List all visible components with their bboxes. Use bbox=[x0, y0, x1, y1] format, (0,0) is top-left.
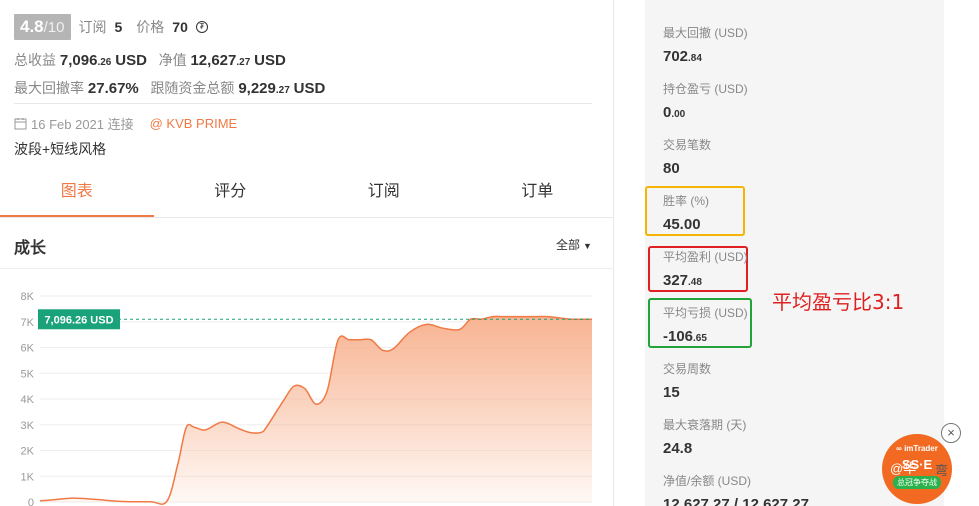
price-label: 价格 bbox=[136, 19, 165, 35]
stat-value-decimal: .00 bbox=[671, 109, 686, 120]
stat-label: 胜率 (%) bbox=[663, 194, 709, 208]
stat-value-decimal: .84 bbox=[688, 53, 702, 64]
y-tick-label: 6K bbox=[21, 343, 35, 355]
stat-value-main: 12,627.27 / 12,627.27 bbox=[663, 496, 809, 506]
stat-value-main: 45.00 bbox=[663, 216, 701, 233]
stat-label: 平均亏损 (USD) bbox=[663, 306, 748, 320]
stat-item: 交易笔数 80 bbox=[663, 136, 711, 177]
promo-tag: 总冠争夺战 bbox=[893, 476, 941, 489]
stat-value: 45.00 bbox=[663, 216, 709, 233]
stat-value-main: 702 bbox=[663, 48, 689, 65]
summary-line-2: 最大回撤率 27.67% 跟随资金总额 9,229.27 USD bbox=[14, 78, 325, 98]
tab-orders[interactable]: 订单 bbox=[461, 174, 615, 217]
broker-link[interactable]: @ KVB PRIME bbox=[150, 116, 238, 131]
caret-down-icon: ▼ bbox=[583, 241, 592, 251]
y-tick-label: 2K bbox=[21, 446, 35, 458]
stats-panel: 最大回撤 (USD) 702.84 持仓盈亏 (USD) 0.00 交易笔数 80 胜率 (… bbox=[645, 0, 944, 506]
stat-value-decimal: .48 bbox=[688, 277, 702, 288]
stat-label: 最大衰落期 (天) bbox=[663, 418, 747, 432]
stat-label: 持仓盈亏 (USD) bbox=[663, 82, 748, 96]
follow-funds-value: 9,229 bbox=[238, 80, 276, 97]
subscriptions-value: 5 bbox=[114, 19, 123, 35]
score-value: 4.8 bbox=[20, 17, 44, 36]
calendar-icon bbox=[14, 118, 27, 130]
total-profit-value: 7,096 bbox=[59, 52, 98, 69]
follow-funds-unit: USD bbox=[293, 80, 326, 97]
stat-value: 24.8 bbox=[663, 440, 746, 457]
stat-value: 702.84 bbox=[663, 48, 748, 65]
range-filter-dropdown[interactable]: 全部 ▼ bbox=[556, 236, 592, 253]
promo-brand: ∞ imTrader bbox=[896, 444, 938, 453]
stat-value-main: -106 bbox=[663, 328, 694, 345]
y-tick-label: 5K bbox=[21, 368, 35, 380]
y-tick-label: 1K bbox=[21, 471, 35, 483]
stat-item: 平均盈利 (USD) 327.48 bbox=[663, 248, 748, 289]
score-denominator: /10 bbox=[43, 19, 65, 36]
tab-rating[interactable]: 评分 bbox=[154, 174, 308, 217]
stat-label: 交易周数 bbox=[663, 362, 712, 376]
stat-value-decimal: .65 bbox=[693, 333, 707, 344]
connection-info: 16 Feb 2021 连接 @ KVB PRIME bbox=[14, 114, 237, 133]
stat-label: 交易笔数 bbox=[663, 138, 712, 152]
rating-row: 4.8/10 订阅 5 价格 70 ₮ bbox=[14, 14, 208, 40]
tab-subscribe[interactable]: 订阅 bbox=[307, 174, 461, 217]
y-tick-label: 7K bbox=[21, 317, 35, 329]
y-tick-label: 3K bbox=[21, 420, 35, 432]
max-drawdown-label: 最大回撤率 bbox=[14, 80, 84, 96]
tab-chart[interactable]: 图表 bbox=[0, 174, 154, 217]
equity-unit: USD bbox=[254, 52, 286, 69]
equity-label: 净值 bbox=[158, 52, 187, 68]
y-tick-label: 4K bbox=[21, 394, 35, 406]
total-profit-decimal: .26 bbox=[97, 57, 112, 68]
promo-overlay-text: @华 bbox=[890, 461, 917, 476]
stat-label: 平均盈利 (USD) bbox=[663, 250, 748, 264]
stat-value: -106.65 bbox=[663, 328, 748, 345]
total-profit-unit: USD bbox=[115, 52, 147, 69]
stat-value: 12,627.27 / 12,627.27 bbox=[663, 496, 809, 506]
current-value-label: 7,096.26 USD bbox=[44, 314, 113, 326]
stat-item: 最大衰落期 (天) 24.8 bbox=[663, 416, 746, 457]
growth-title: 成长 bbox=[14, 240, 47, 257]
stat-item: 持仓盈亏 (USD) 0.00 bbox=[663, 80, 748, 121]
trader-overview-panel: 4.8/10 订阅 5 价格 70 ₮ 总收益 7,096.26 USD 净值 12,… bbox=[0, 0, 614, 506]
stat-label: 净值/余额 (USD) bbox=[663, 474, 751, 488]
growth-chart: 8K 7K 6K 5K 4K 3K 2K 1K 0 7,096.26 USD bbox=[21, 291, 593, 506]
divider bbox=[14, 103, 592, 104]
equity-value: 12,627 bbox=[190, 52, 237, 69]
y-tick-label: 8K bbox=[21, 291, 35, 303]
price-value: 70 bbox=[172, 19, 188, 35]
total-profit-label: 总收益 bbox=[14, 52, 56, 68]
stat-item: 胜率 (%) 45.00 bbox=[663, 192, 709, 233]
summary-line-1: 总收益 7,096.26 USD 净值 12,627.27 USD bbox=[14, 50, 286, 70]
stat-value: 327.48 bbox=[663, 272, 748, 289]
follow-funds-label: 跟随资金总额 bbox=[150, 80, 235, 96]
divider bbox=[0, 268, 614, 269]
stat-label: 最大回撤 (USD) bbox=[663, 26, 748, 40]
score-badge: 4.8/10 bbox=[14, 14, 71, 40]
trading-style: 波段+短线风格 bbox=[14, 141, 107, 157]
close-icon[interactable]: × bbox=[941, 423, 961, 443]
promo-side-text: 弯 bbox=[935, 463, 949, 478]
range-filter-label: 全部 bbox=[556, 238, 581, 252]
stat-value-main: 15 bbox=[663, 384, 680, 401]
profit-loss-ratio-annotation: 平均盈亏比3:1 bbox=[772, 290, 905, 314]
stat-value-main: 80 bbox=[663, 160, 680, 177]
tab-bar: 图表 评分 订阅 订单 bbox=[0, 174, 614, 218]
stat-item: 平均亏损 (USD) -106.65 bbox=[663, 304, 748, 345]
stat-value-main: 24.8 bbox=[663, 440, 693, 457]
connection-date: 16 Feb 2021 连接 bbox=[31, 117, 134, 132]
coin-icon: ₮ bbox=[195, 21, 208, 33]
stat-item: 净值/余额 (USD) 12,627.27 / 12,627.27 bbox=[663, 472, 809, 506]
stat-item: 最大回撤 (USD) 702.84 bbox=[663, 24, 748, 65]
subscriptions-label: 订阅 bbox=[78, 19, 107, 35]
stat-item: 交易周数 15 bbox=[663, 360, 711, 401]
max-drawdown-value: 27.67% bbox=[87, 80, 139, 97]
stat-value: 15 bbox=[663, 384, 711, 401]
stat-value: 0.00 bbox=[663, 104, 748, 121]
follow-funds-decimal: .27 bbox=[275, 85, 290, 96]
stat-value: 80 bbox=[663, 160, 711, 177]
equity-decimal: .27 bbox=[236, 57, 251, 68]
stat-value-main: 327 bbox=[663, 272, 689, 289]
y-tick-label: 0 bbox=[28, 497, 34, 506]
